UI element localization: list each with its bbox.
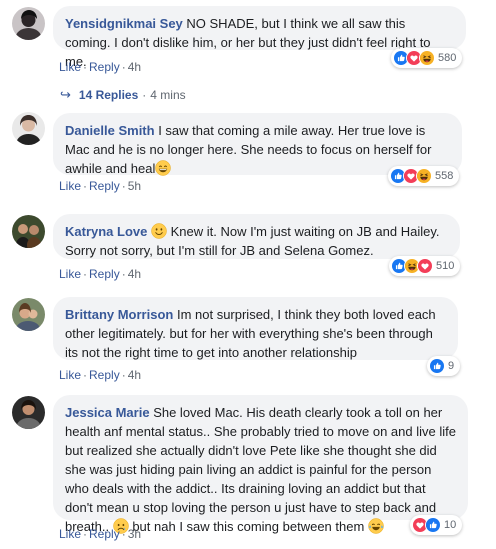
replies-time: 4 mins: [150, 88, 186, 102]
timestamp[interactable]: 4h: [128, 267, 141, 281]
commenter-name[interactable]: Katryna Love: [65, 224, 147, 239]
smile-emoji-icon: [151, 223, 167, 239]
comment-actions: Like · Reply · 4h: [59, 368, 142, 382]
haha-icon: [419, 50, 435, 66]
timestamp[interactable]: 4h: [128, 60, 141, 74]
like-button[interactable]: Like: [59, 267, 81, 281]
like-icon: [425, 517, 441, 533]
comment-actions: Like · Reply · 3h: [59, 527, 142, 541]
like-button[interactable]: Like: [59, 60, 81, 74]
view-replies-link[interactable]: ↪ 14 Replies · 4 mins: [60, 87, 186, 103]
comment-actions: Like · Reply · 4h: [59, 60, 142, 74]
haha-icon: [416, 168, 432, 184]
timestamp[interactable]: 3h: [128, 527, 141, 541]
commenter-name[interactable]: Danielle Smith: [65, 123, 155, 138]
comment-actions: Like · Reply · 4h: [59, 267, 142, 281]
reactions-summary[interactable]: 10: [410, 515, 463, 535]
avatar[interactable]: [12, 396, 45, 429]
like-button[interactable]: Like: [59, 179, 81, 193]
comment-text-continued: but nah I saw this coming between them: [128, 519, 365, 534]
comment-bubble: Yensidgnikmai Sey NO SHADE, but I think …: [53, 6, 466, 69]
like-button[interactable]: Like: [59, 527, 81, 541]
reply-button[interactable]: Reply: [89, 60, 120, 74]
reaction-count: 510: [436, 260, 455, 272]
grin-emoji-icon: [155, 160, 171, 176]
tears-of-joy-emoji-icon: [368, 518, 384, 534]
reaction-count: 10: [444, 519, 457, 531]
comment-bubble: Jessica Marie She loved Mac. His death c…: [53, 395, 468, 534]
love-icon: [417, 258, 433, 274]
comment-bubble: Brittany Morrison Im not surprised, I th…: [53, 297, 458, 360]
replies-count[interactable]: 14 Replies: [79, 88, 138, 102]
like-icon: [429, 358, 445, 374]
comment-actions: Like · Reply · 5h: [59, 179, 142, 193]
comment-text: She loved Mac. His death clearly took a …: [65, 405, 456, 534]
timestamp[interactable]: 4h: [128, 368, 141, 382]
like-button[interactable]: Like: [59, 368, 81, 382]
reactions-summary[interactable]: 558: [388, 166, 460, 186]
commenter-name[interactable]: Brittany Morrison: [65, 307, 173, 322]
commenter-name[interactable]: Yensidgnikmai Sey: [65, 16, 183, 31]
timestamp[interactable]: 5h: [128, 179, 141, 193]
avatar[interactable]: [12, 7, 45, 40]
reply-button[interactable]: Reply: [89, 368, 120, 382]
reactions-summary[interactable]: 580: [391, 48, 463, 68]
reaction-count: 580: [438, 52, 457, 64]
commenter-name[interactable]: Jessica Marie: [65, 405, 150, 420]
reactions-summary[interactable]: 510: [389, 256, 461, 276]
reply-button[interactable]: Reply: [89, 527, 120, 541]
comment-bubble: Katryna Love Knew it. Now I'm just waiti…: [53, 214, 460, 259]
reply-arrow-icon: ↪: [60, 87, 71, 102]
avatar[interactable]: [12, 215, 45, 248]
avatar[interactable]: [12, 298, 45, 331]
reactions-summary[interactable]: 9: [427, 356, 461, 376]
reply-button[interactable]: Reply: [89, 267, 120, 281]
avatar[interactable]: [12, 112, 45, 145]
reaction-count: 558: [435, 170, 454, 182]
reaction-count: 9: [448, 360, 455, 372]
reply-button[interactable]: Reply: [89, 179, 120, 193]
